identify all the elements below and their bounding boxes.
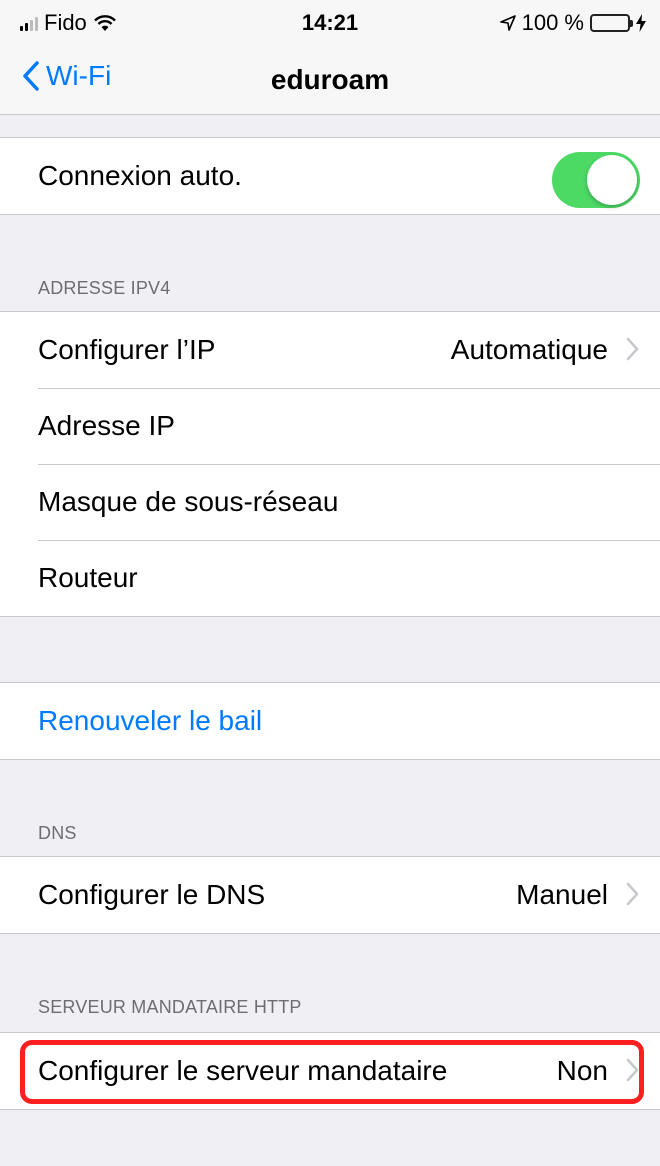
router-label: Routeur (38, 562, 138, 593)
battery-percent: 100 % (521, 10, 584, 35)
router-row: Routeur (0, 540, 660, 616)
location-arrow-icon (499, 15, 516, 31)
auto-join-toggle[interactable] (552, 152, 640, 208)
navigation-bar: Wi-Fi eduroam (0, 44, 660, 115)
auto-join-row: Connexion auto. (0, 138, 660, 214)
renew-lease-button[interactable]: Renouveler le bail (0, 683, 660, 759)
auto-join-group: Connexion auto. (0, 137, 660, 215)
dns-group: Configurer le DNS Manuel (0, 856, 660, 934)
chevron-right-icon (626, 882, 639, 906)
configure-ip-label: Configurer l’IP (38, 334, 216, 365)
page-title: eduroam (270, 64, 390, 95)
ip-address-row: Adresse IP (0, 388, 660, 464)
configure-ip-row[interactable]: Configurer l’IP Automatique (0, 312, 660, 388)
highlight-box (20, 1040, 644, 1104)
subnet-mask-label: Masque de sous-réseau (38, 486, 339, 517)
configure-ip-value: Automatique (450, 334, 608, 365)
configure-dns-label: Configurer le DNS (38, 879, 266, 910)
renew-lease-label: Renouveler le bail (38, 705, 263, 736)
ipv4-header: ADRESSE IPV4 (38, 278, 171, 298)
configure-dns-value: Manuel (516, 879, 608, 910)
status-right: 100 % (499, 10, 646, 36)
ip-address-label: Adresse IP (38, 410, 175, 441)
auto-join-label: Connexion auto. (38, 160, 242, 191)
ipv4-group: Configurer l’IP Automatique Adresse IP M… (0, 311, 660, 617)
dns-header: DNS (38, 823, 77, 843)
configure-dns-row[interactable]: Configurer le DNS Manuel (0, 857, 660, 933)
renew-lease-group: Renouveler le bail (0, 682, 660, 760)
battery-icon (590, 14, 633, 32)
status-bar: Fido 14:21 100 % (0, 0, 660, 44)
charging-bolt-icon (636, 14, 646, 32)
subnet-mask-row: Masque de sous-réseau (0, 464, 660, 540)
toggle-knob (587, 155, 637, 205)
proxy-header: SERVEUR MANDATAIRE HTTP (38, 997, 302, 1017)
chevron-right-icon (626, 337, 639, 361)
